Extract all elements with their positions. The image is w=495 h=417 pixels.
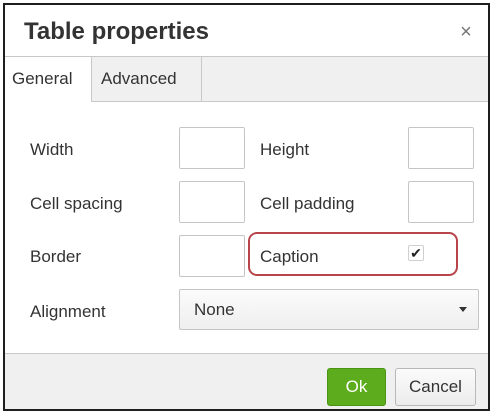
cell-padding-input[interactable] <box>408 181 474 223</box>
cell-spacing-label: Cell spacing <box>30 194 123 213</box>
alignment-selected-value: None <box>194 300 235 319</box>
ok-button[interactable]: Ok <box>327 368 386 406</box>
height-input[interactable] <box>408 127 474 169</box>
table-properties-dialog: Table properties × General Advanced Widt… <box>3 3 490 411</box>
border-input[interactable] <box>179 235 245 277</box>
close-icon[interactable]: × <box>456 22 476 42</box>
width-label: Width <box>30 140 74 159</box>
dialog-body: Width Height Cell spacing Cell padding B… <box>5 102 488 352</box>
cancel-button[interactable]: Cancel <box>395 368 476 406</box>
caption-checkbox[interactable]: ✔ <box>408 245 424 261</box>
tab-general[interactable]: General <box>5 57 92 103</box>
width-input[interactable] <box>179 127 245 169</box>
height-label: Height <box>260 140 310 159</box>
alignment-label: Alignment <box>30 302 106 321</box>
caret-down-icon <box>459 307 467 312</box>
dialog-footer: Ok Cancel <box>5 353 488 409</box>
dialog-titlebar: Table properties × <box>5 5 488 56</box>
border-label: Border <box>30 247 82 266</box>
cell-padding-label: Cell padding <box>260 194 355 213</box>
alignment-select[interactable]: None <box>179 289 479 330</box>
dialog-title: Table properties <box>24 18 209 45</box>
tab-bar: General Advanced <box>5 56 488 103</box>
tab-advanced[interactable]: Advanced <box>92 57 202 102</box>
cell-spacing-input[interactable] <box>179 181 245 223</box>
caption-label: Caption <box>260 247 319 266</box>
